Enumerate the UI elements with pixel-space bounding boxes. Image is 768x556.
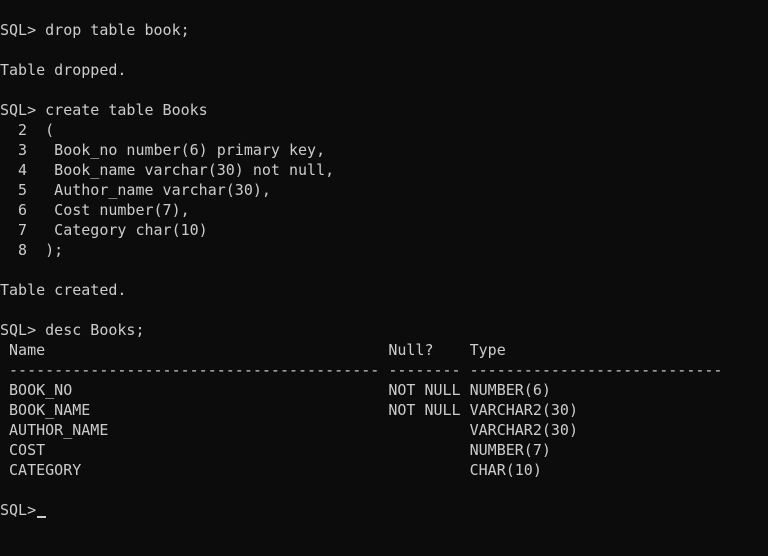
create-line-8: 8 ); (0, 241, 64, 259)
create-line-4: 4 Book_name varchar(30) not null, (0, 161, 335, 179)
create-result: Table created. (0, 281, 127, 299)
desc-table-row: AUTHOR_NAME VARCHAR2(30) (0, 421, 578, 439)
create-line-5: 5 Author_name varchar(30), (0, 181, 271, 199)
sql-prompt: SQL> (0, 321, 46, 339)
drop-command: drop table book; (45, 21, 190, 39)
sql-prompt: SQL> (0, 101, 46, 119)
desc-command-line: SQL> desc Books; (0, 320, 768, 340)
text-cursor (37, 516, 47, 518)
create-line-3: 3 Book_no number(6) primary key, (0, 141, 326, 159)
create-line-6: 6 Cost number(7), (0, 201, 190, 219)
drop-command-line: SQL> drop table book; (0, 20, 768, 40)
desc-table-header: Name Null? Type (0, 341, 506, 359)
final-sql-prompt: SQL> (0, 501, 37, 519)
create-command: create table Books (45, 101, 208, 119)
desc-table-separator: ----------------------------------------… (0, 361, 723, 379)
drop-result: Table dropped. (0, 61, 127, 79)
create-line-2: 2 ( (0, 121, 55, 139)
desc-command: desc Books; (45, 321, 145, 339)
input-line[interactable]: SQL> (0, 500, 768, 520)
desc-table-row: BOOK_NO NOT NULL NUMBER(6) (0, 381, 551, 399)
desc-table-row: COST NUMBER(7) (0, 441, 551, 459)
desc-table-row: CATEGORY CHAR(10) (0, 461, 542, 479)
terminal-window[interactable]: SQL> drop table book; Table dropped. SQL… (0, 20, 768, 556)
create-line-7: 7 Category char(10) (0, 221, 208, 239)
desc-table-row: BOOK_NAME NOT NULL VARCHAR2(30) (0, 401, 578, 419)
sql-prompt: SQL> (0, 21, 46, 39)
create-command-line: SQL> create table Books (0, 100, 768, 120)
